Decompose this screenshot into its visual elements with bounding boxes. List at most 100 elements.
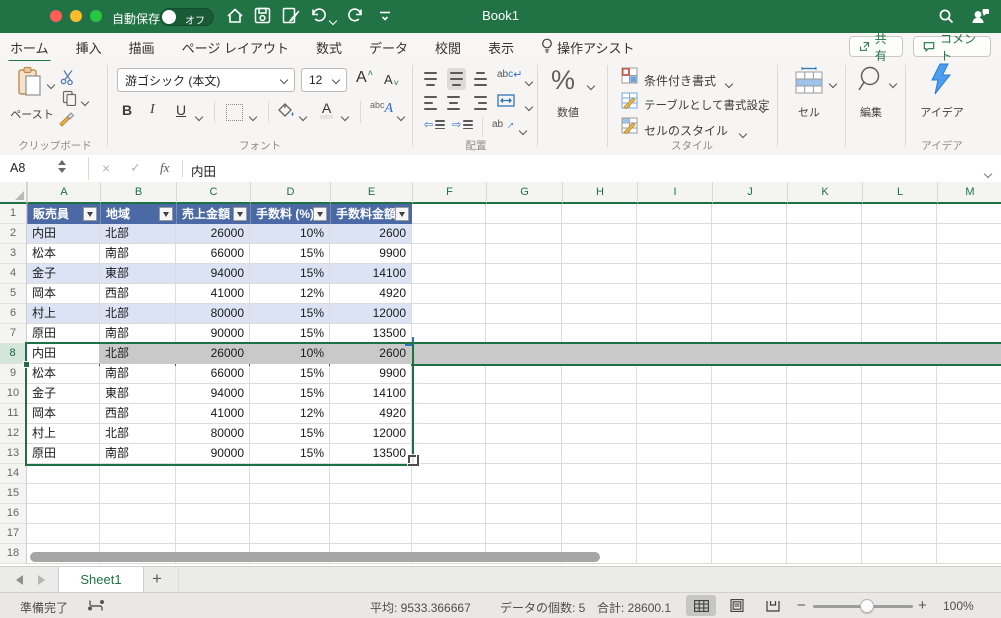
- font-name-select[interactable]: 游ゴシック (本文): [117, 68, 295, 92]
- cell-E5[interactable]: 4920: [330, 284, 411, 303]
- cell-B5[interactable]: 西部: [100, 284, 175, 303]
- keyboard-mode-icon[interactable]: [88, 599, 104, 615]
- column-header-F[interactable]: F: [412, 182, 486, 204]
- row-header-1[interactable]: 1: [0, 204, 27, 224]
- cell-C9[interactable]: 66000: [176, 364, 249, 383]
- decrease-indent-icon[interactable]: ⇦: [424, 118, 445, 132]
- conditional-formatting-icon[interactable]: [621, 67, 638, 84]
- align-center-icon[interactable]: [447, 94, 460, 112]
- cell-C3[interactable]: 66000: [176, 244, 249, 263]
- cell-D4[interactable]: 15%: [250, 264, 329, 283]
- ideas-icon[interactable]: [928, 63, 954, 97]
- cell-D11[interactable]: 12%: [250, 404, 329, 423]
- number-format-dropdown-chevron[interactable]: [588, 78, 594, 92]
- cell-D10[interactable]: 15%: [250, 384, 329, 403]
- tab-校閲[interactable]: 校閲: [435, 38, 461, 57]
- cell-A8[interactable]: 内田: [27, 344, 99, 363]
- fill-color-icon[interactable]: [278, 103, 295, 119]
- filter-button[interactable]: [233, 207, 247, 221]
- formula-bar-expand-chevron[interactable]: [985, 165, 991, 183]
- row-header-3[interactable]: 3: [0, 244, 27, 264]
- page-layout-view-button[interactable]: [722, 595, 752, 616]
- format-as-table-chevron[interactable]: [760, 101, 766, 115]
- increase-indent-icon[interactable]: ⇨: [452, 118, 473, 132]
- cell-styles-label[interactable]: セルのスタイル: [644, 122, 728, 139]
- grow-font-button[interactable]: A˄: [356, 69, 373, 87]
- column-header-G[interactable]: G: [486, 182, 562, 204]
- underline-dropdown-chevron[interactable]: [196, 109, 202, 123]
- table-header-C1[interactable]: 売上金額: [176, 204, 250, 224]
- cut-icon[interactable]: [60, 69, 76, 85]
- text-orientation-icon[interactable]: ab →: [492, 117, 515, 131]
- cell-B2[interactable]: 北部: [100, 224, 175, 243]
- filter-button[interactable]: [83, 207, 97, 221]
- filter-button[interactable]: [159, 207, 173, 221]
- cell-C13[interactable]: 90000: [176, 444, 249, 463]
- cell-A4[interactable]: 金子: [27, 264, 99, 283]
- name-box-stepper[interactable]: [58, 160, 66, 173]
- cell-B8[interactable]: 北部: [100, 344, 175, 363]
- borders-icon[interactable]: [226, 104, 243, 121]
- align-left-icon[interactable]: [424, 94, 437, 112]
- cell-C7[interactable]: 90000: [176, 324, 249, 343]
- column-header-A[interactable]: A: [27, 182, 100, 204]
- cell-D8[interactable]: 10%: [250, 344, 329, 363]
- share-people-icon[interactable]: [970, 7, 990, 26]
- cell-B13[interactable]: 南部: [100, 444, 175, 463]
- conditional-formatting-label[interactable]: 条件付き書式: [644, 72, 716, 89]
- cells-icon[interactable]: [794, 67, 824, 95]
- font-color-button[interactable]: A: [320, 102, 333, 119]
- conditional-formatting-chevron[interactable]: [726, 76, 732, 90]
- add-sheet-button[interactable]: +: [152, 569, 162, 589]
- align-middle-icon[interactable]: [447, 68, 466, 90]
- row-header-2[interactable]: 2: [0, 224, 27, 244]
- table-header-B1[interactable]: 地域: [100, 204, 176, 224]
- row-header-14[interactable]: 14: [0, 464, 27, 484]
- font-color-dropdown-chevron[interactable]: [342, 109, 348, 123]
- row-header-16[interactable]: 16: [0, 504, 27, 524]
- cell-B9[interactable]: 南部: [100, 364, 175, 383]
- cell-B12[interactable]: 北部: [100, 424, 175, 443]
- merge-dropdown-chevron[interactable]: [526, 99, 532, 113]
- cell-D5[interactable]: 12%: [250, 284, 329, 303]
- horizontal-scrollbar[interactable]: [30, 552, 600, 562]
- sheet-grid[interactable]: ABCDEFGHIJKLM123456789101112131415161718…: [0, 182, 1001, 566]
- tab-ホーム[interactable]: ホーム: [10, 38, 49, 57]
- column-header-K[interactable]: K: [787, 182, 862, 204]
- cell-B10[interactable]: 東部: [100, 384, 175, 403]
- tab-描画[interactable]: 描画: [129, 38, 155, 57]
- table-header-D1[interactable]: 手数料 (%): [250, 204, 330, 224]
- sheet-tab-active[interactable]: Sheet1: [58, 567, 144, 592]
- cell-E3[interactable]: 9900: [330, 244, 411, 263]
- row-header-11[interactable]: 11: [0, 404, 27, 424]
- cell-D13[interactable]: 15%: [250, 444, 329, 463]
- align-top-icon[interactable]: [424, 70, 437, 88]
- orientation-dropdown-chevron[interactable]: [520, 123, 526, 137]
- filter-button[interactable]: [313, 207, 327, 221]
- cell-A10[interactable]: 金子: [27, 384, 99, 403]
- cell-E11[interactable]: 4920: [330, 404, 411, 423]
- cell-A3[interactable]: 松本: [27, 244, 99, 263]
- merge-center-icon[interactable]: [497, 94, 515, 107]
- tab-表示[interactable]: 表示: [488, 38, 514, 57]
- select-all-corner[interactable]: [0, 182, 27, 204]
- percent-style-button[interactable]: %: [551, 65, 575, 96]
- wrap-dropdown-chevron[interactable]: [526, 74, 532, 88]
- share-button[interactable]: 共有: [849, 36, 903, 57]
- cell-D2[interactable]: 10%: [250, 224, 329, 243]
- cancel-entry-icon[interactable]: ×: [102, 160, 110, 176]
- row-header-6[interactable]: 6: [0, 304, 27, 324]
- table-resize-handle[interactable]: [407, 454, 420, 467]
- row-header-15[interactable]: 15: [0, 484, 27, 504]
- format-painter-icon[interactable]: [58, 110, 76, 128]
- cell-A7[interactable]: 原田: [27, 324, 99, 343]
- cell-D7[interactable]: 15%: [250, 324, 329, 343]
- editing-dropdown-chevron[interactable]: [890, 76, 896, 90]
- fill-handle[interactable]: [23, 361, 30, 368]
- confirm-entry-icon[interactable]: ✓: [130, 160, 141, 176]
- phonetic-guide-button[interactable]: abc A: [370, 101, 393, 117]
- cell-D3[interactable]: 15%: [250, 244, 329, 263]
- cell-styles-icon[interactable]: [621, 117, 638, 134]
- underline-button[interactable]: U: [176, 102, 186, 118]
- filter-button[interactable]: [395, 207, 409, 221]
